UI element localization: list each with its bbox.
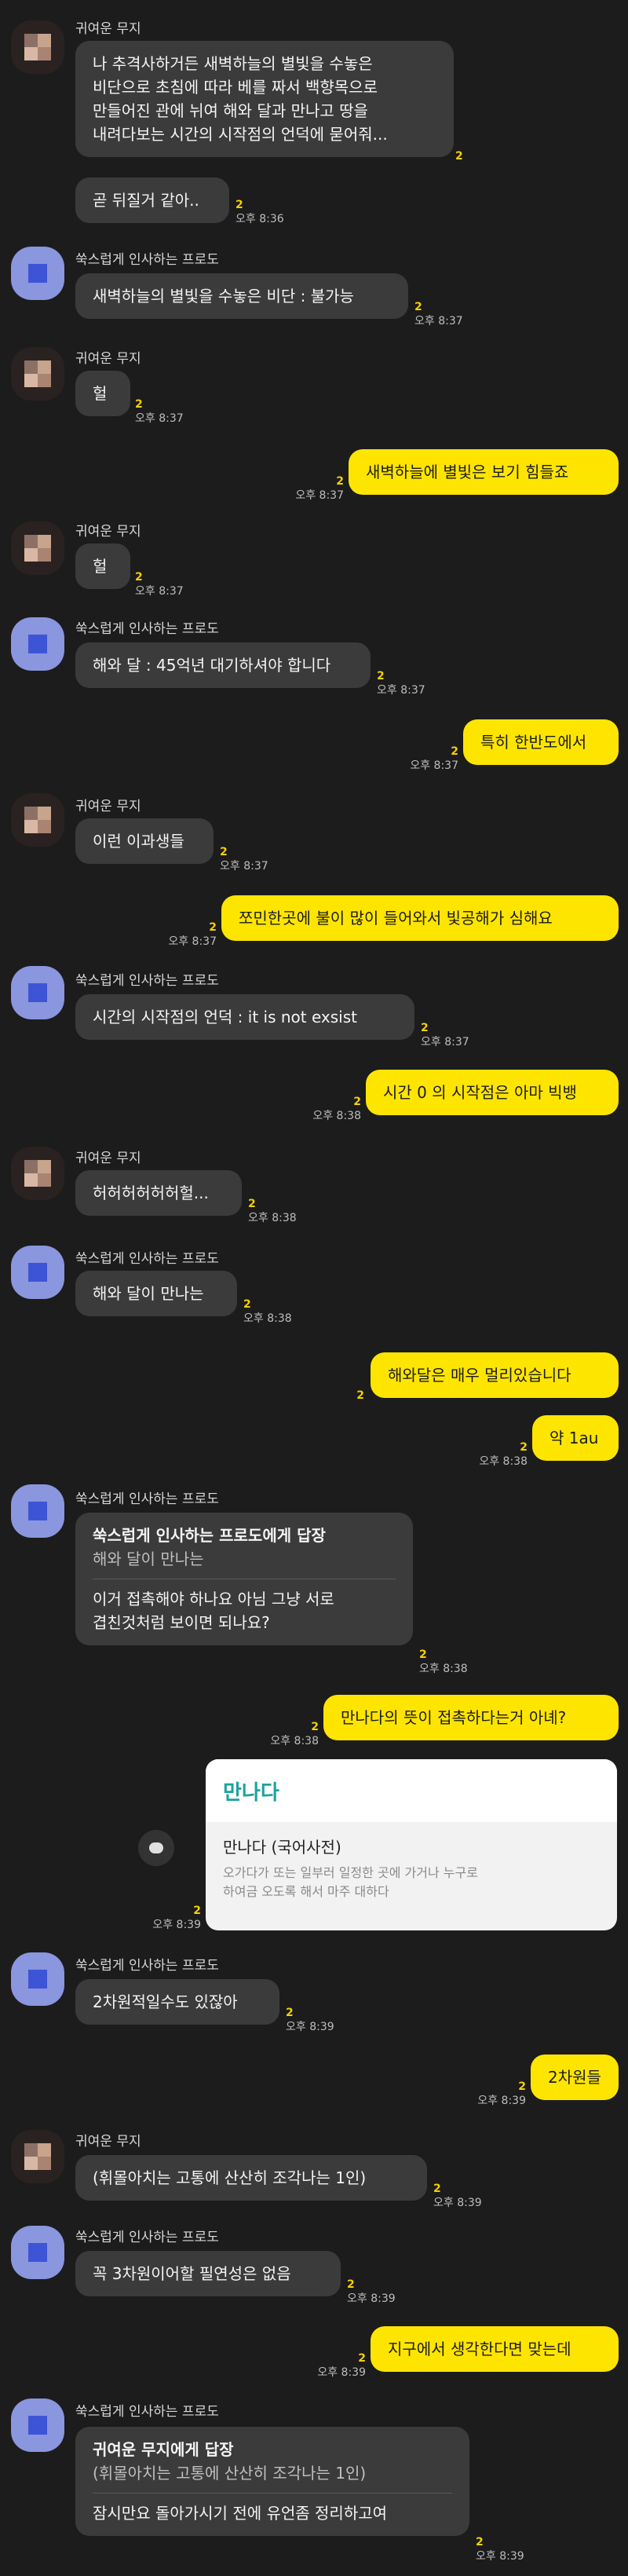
avatar[interactable] [11,1246,64,1299]
reply-text: 잠시만요 돌아가시기 전에 유언좀 정리하고여 [93,2504,388,2523]
message-meta: 2 오후 8:37 [414,301,463,327]
message-meta: 2 오후 8:38 [419,1648,468,1675]
message-meta: 2 오후 8:39 [347,2278,396,2305]
sender-name: 쑥스럽게 인사하는 프로도 [75,1958,219,1974]
avatar[interactable] [11,617,64,671]
message-bubble[interactable]: 나 추격사하거든 새벽하늘의 별빛을 수놓은 비단으로 초침에 따라 베를 짜서… [75,41,454,157]
dictionary-card[interactable]: 만나다 만나다 (국어사전) 오가다가 또는 일부러 일정한 곳에 가거나 누구… [206,1759,617,1930]
message-meta: 2 오후 8:38 [243,1298,292,1325]
reply-text: 이거 접촉해야 하나요 아님 그냥 서로 겹친것처럼 보이면 되나요? [93,1590,334,1632]
message-meta: 2 오후 8:37 [168,921,217,948]
sender-name: 쑥스럽게 인사하는 프로도 [75,2230,219,2245]
card-word: 만나다 (국어사전) [223,1838,341,1857]
message-bubble[interactable]: 지구에서 생각한다면 맞는데 [371,2326,619,2372]
message-meta: 2 오후 8:37 [220,846,268,873]
reply-header: 귀여운 무지에게 답장 [93,2440,234,2459]
reply-bubble[interactable]: 귀여운 무지에게 답장 (휘몰아치는 고통에 산산히 조각나는 1인) 잠시만요… [75,2427,469,2536]
reply-header: 쑥스럽게 인사하는 프로도에게 답장 [93,1526,326,1545]
message-meta: 2 오후 8:37 [421,1022,469,1048]
message-bubble[interactable]: 해와 달 : 45억년 대기하셔야 합니다 [75,642,371,688]
sender-name: 쑥스럽게 인사하는 프로도 [75,1491,219,1507]
avatar[interactable] [11,2130,64,2183]
sender-name: 귀여운 무지 [75,799,141,814]
message-meta: 2 오후 8:39 [152,1905,201,1931]
message-meta: 2 오후 8:37 [295,475,344,502]
card-description: 오가다가 또는 일부러 일정한 곳에 가거나 누구로 하여금 오도록 해서 마주… [223,1865,478,1899]
message-meta: 2 오후 8:36 [236,199,284,225]
message-bubble[interactable]: 꼭 3차원이어할 필연성은 없음 [75,2251,341,2296]
message-meta: 2 오후 8:39 [317,2352,366,2379]
avatar[interactable] [11,247,64,300]
sender-name: 쑥스럽게 인사하는 프로도 [75,973,219,989]
message-meta: 2 오후 8:37 [135,398,184,425]
message-meta: 2 오후 8:38 [270,1721,319,1747]
message-meta: 2 [356,1389,364,1402]
message-meta: 2 오후 8:37 [135,571,184,598]
message-bubble[interactable]: 허허허허허허헐... [75,1170,242,1216]
message-meta: 2 오후 8:39 [433,2183,482,2209]
sender-name: 귀여운 무지 [75,21,141,37]
message-bubble[interactable]: 새벽하늘에 별빛은 보기 힘들죠 [349,449,619,495]
message-bubble[interactable]: 만나다의 뜻이 접촉하다는거 아녜? [323,1695,619,1740]
message-meta: 2 [455,150,463,163]
reply-quote[interactable]: 해와 달이 만나는 [93,1547,396,1571]
message-bubble[interactable]: 헐 [75,543,130,589]
message-meta: 2 오후 8:39 [477,2080,526,2107]
message-bubble[interactable]: 해와 달이 만나는 [75,1271,237,1316]
avatar[interactable] [11,2399,64,2452]
reply-divider [93,2493,452,2494]
avatar[interactable] [11,1147,64,1200]
sender-name: 쑥스럽게 인사하는 프로도 [75,1251,219,1267]
avatar[interactable] [11,1952,64,2006]
message-bubble[interactable]: 2차원들 [531,2055,619,2100]
sender-name: 귀여운 무지 [75,524,141,540]
sender-name: 귀여운 무지 [75,1151,141,1166]
speech-bubble-icon [149,1842,163,1853]
message-meta: 2 오후 8:39 [286,2007,334,2033]
sender-name: 쑥스럽게 인사하는 프로도 [75,252,219,268]
message-bubble[interactable]: 해와달은 매우 멀리있습니다 [371,1352,619,1398]
sender-name: 쑥스럽게 인사하는 프로도 [75,2404,219,2420]
message-bubble[interactable]: 시간 0 의 시작점은 아마 빅뱅 [366,1070,619,1115]
reply-quote[interactable]: (휘몰아치는 고통에 산산히 조각나는 1인) [93,2461,452,2485]
message-meta: 2 오후 8:39 [476,2536,524,2563]
avatar[interactable] [11,793,64,847]
card-title: 만나다 [206,1759,617,1822]
sender-name: 쑥스럽게 인사하는 프로도 [75,621,219,637]
sender-name: 귀여운 무지 [75,351,141,367]
message-bubble[interactable]: 시간의 시작점의 언덕 : it is not exsist [75,994,414,1040]
message-bubble[interactable]: 쪼민한곳에 불이 많이 들어와서 빛공해가 심해요 [221,895,619,941]
message-meta: 2 오후 8:37 [377,670,425,697]
share-button[interactable] [138,1830,174,1866]
message-bubble[interactable]: 2차원적일수도 있잖아 [75,1979,279,2025]
message-bubble[interactable]: 특히 한반도에서 [463,719,619,765]
sender-name: 귀여운 무지 [75,2134,141,2150]
message-bubble[interactable]: 헐 [75,371,130,416]
avatar[interactable] [11,2226,64,2279]
message-bubble[interactable]: 곧 뒤질거 같아.. [75,177,229,223]
message-bubble[interactable]: (휘몰아치는 고통에 산산히 조각나는 1인) [75,2155,427,2201]
message-meta: 2 오후 8:37 [410,745,458,772]
message-bubble[interactable]: 약 1au [532,1415,619,1461]
avatar[interactable] [11,521,64,575]
avatar[interactable] [11,1484,64,1538]
message-meta: 2 오후 8:38 [312,1096,361,1122]
reply-bubble[interactable]: 쑥스럽게 인사하는 프로도에게 답장 해와 달이 만나는 이거 접촉해야 하나요… [75,1513,413,1645]
avatar[interactable] [11,347,64,401]
message-bubble[interactable]: 새벽하늘의 별빛을 수놓은 비단 : 불가능 [75,273,408,319]
message-meta: 2 오후 8:38 [248,1198,297,1224]
message-bubble[interactable]: 이런 이과생들 [75,818,214,864]
message-meta: 2 오후 8:38 [479,1441,528,1468]
avatar[interactable] [11,20,64,74]
avatar[interactable] [11,966,64,1019]
